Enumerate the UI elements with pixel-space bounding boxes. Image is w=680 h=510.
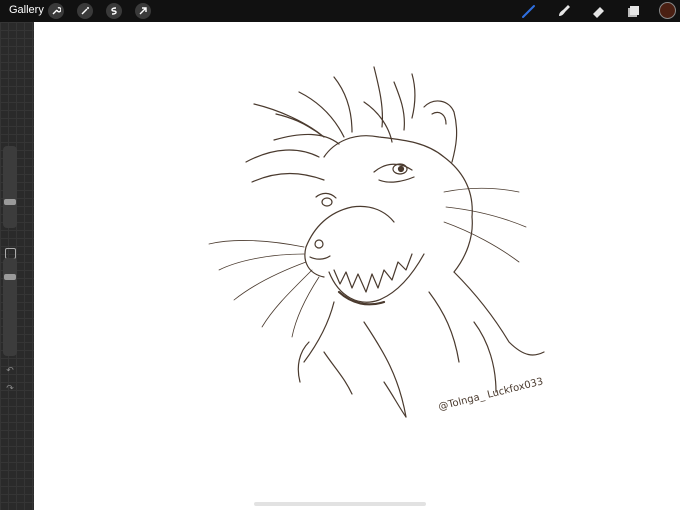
selection-icon[interactable] [106, 3, 122, 19]
brush-size-thumb[interactable] [4, 199, 16, 205]
gallery-button[interactable]: Gallery [9, 4, 44, 16]
magic-wand-icon[interactable] [77, 3, 93, 19]
undo-icon[interactable]: ↶ [4, 366, 16, 376]
smudge-icon[interactable] [555, 2, 573, 20]
redo-icon[interactable]: ↷ [4, 384, 16, 394]
layers-icon[interactable] [624, 2, 642, 20]
opacity-slider[interactable] [3, 258, 17, 356]
opacity-thumb[interactable] [4, 274, 16, 280]
wrench-icon[interactable] [48, 3, 64, 19]
brush-size-slider[interactable] [3, 146, 17, 228]
eraser-icon[interactable] [590, 2, 608, 20]
left-sidebar: ↶ ↷ [0, 22, 34, 510]
color-picker-swatch[interactable] [659, 2, 676, 19]
sketch-artwork [208, 66, 545, 418]
transform-arrow-icon[interactable] [135, 3, 151, 19]
brush-icon[interactable] [520, 2, 538, 20]
home-indicator-bar[interactable] [254, 502, 426, 506]
drawing-canvas[interactable]: @Tolnga_ Luckfox033 [34, 22, 680, 510]
top-toolbar: Gallery [0, 0, 680, 22]
